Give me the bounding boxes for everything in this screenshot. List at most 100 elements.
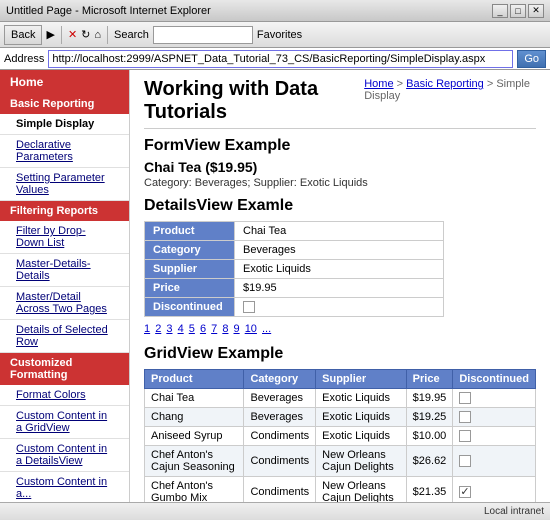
discontinued-checkbox [243, 301, 255, 313]
breadcrumb-section[interactable]: Basic Reporting [406, 78, 484, 90]
gridview-col-discontinued: Discontinued [453, 370, 536, 389]
sidebar-item-custom-content-detailsview[interactable]: Custom Content in a DetailsView [0, 439, 129, 472]
breadcrumb-home[interactable]: Home [364, 78, 393, 90]
sidebar-section-basic-reporting[interactable]: Basic Reporting [0, 94, 129, 114]
page-link-4[interactable]: 4 [178, 323, 184, 335]
formview-category-supplier: Category: Beverages; Supplier: Exotic Li… [144, 177, 536, 189]
sidebar-item-simple-display[interactable]: Simple Display [0, 114, 129, 135]
pagination: 1 2 3 4 5 6 7 8 9 10 ... [144, 323, 536, 335]
breadcrumb-sep2: > [487, 78, 496, 90]
toolbar-separator2 [107, 26, 108, 44]
gridview-cell: Beverages [244, 389, 316, 408]
back-button[interactable]: Back [4, 25, 42, 45]
title-bar: Untitled Page - Microsoft Internet Explo… [0, 0, 550, 22]
sidebar-home-item[interactable]: Home [0, 70, 129, 94]
gridview-title: GridView Example [144, 345, 536, 363]
gridview-cell: Condiments [244, 446, 316, 477]
browser-toolbar: Back ▶ ✕ ↻ ⌂ Search Favorites [0, 22, 550, 48]
address-input[interactable] [48, 50, 513, 68]
gridview-col-product: Product [145, 370, 244, 389]
sidebar-item-selected-row[interactable]: Details of Selected Row [0, 320, 129, 353]
title-bar-buttons: _ □ ✕ [492, 4, 544, 18]
discontinued-checkbox [459, 430, 471, 442]
page-link-5[interactable]: 5 [189, 323, 195, 335]
gridview-cell-discontinued [453, 446, 536, 477]
gridview-col-category: Category [244, 370, 316, 389]
gridview-cell: $10.00 [406, 427, 453, 446]
gridview-cell: $21.35 [406, 477, 453, 502]
breadcrumb-sep1: > [397, 78, 406, 90]
search-input[interactable] [153, 26, 253, 44]
gridview-cell: Chef Anton's Gumbo Mix [145, 477, 244, 502]
sidebar-section-customized-formatting[interactable]: Customized Formatting [0, 353, 129, 385]
gridview-row: Chef Anton's Cajun SeasoningCondimentsNe… [145, 446, 536, 477]
table-row: Product Chai Tea [145, 222, 444, 241]
gridview-cell: $26.62 [406, 446, 453, 477]
gridview-table: Product Category Supplier Price Disconti… [144, 369, 536, 502]
search-label: Search [114, 29, 149, 41]
sidebar-item-format-colors[interactable]: Format Colors [0, 385, 129, 406]
sidebar-item-setting-params[interactable]: Setting Parameter Values [0, 168, 129, 201]
refresh-icon: ↻ [81, 28, 90, 41]
gridview-cell: Chef Anton's Cajun Seasoning [145, 446, 244, 477]
sidebar: Home Basic Reporting Simple Display Decl… [0, 70, 130, 502]
page-link-2[interactable]: 2 [155, 323, 161, 335]
page-link-more[interactable]: ... [262, 323, 271, 335]
gridview-cell: Beverages [244, 408, 316, 427]
page-link-3[interactable]: 3 [166, 323, 172, 335]
details-header-discontinued: Discontinued [145, 298, 235, 317]
sidebar-item-master-details[interactable]: Master-Details-Details [0, 254, 129, 287]
page-link-9[interactable]: 9 [234, 323, 240, 335]
sidebar-item-custom-content-other[interactable]: Custom Content in a... [0, 472, 129, 502]
discontinued-checkbox [459, 392, 471, 404]
gridview-cell-discontinued [453, 477, 536, 502]
table-row: Supplier Exotic Liquids [145, 260, 444, 279]
forward-icon: ▶ [46, 28, 54, 41]
gridview-cell: Exotic Liquids [316, 427, 407, 446]
gridview-cell-discontinued [453, 389, 536, 408]
gridview-cell: Aniseed Syrup [145, 427, 244, 446]
details-value-product: Chai Tea [235, 222, 444, 241]
sidebar-item-declarative-params[interactable]: Declarative Parameters [0, 135, 129, 168]
breadcrumb: Home > Basic Reporting > Simple Display [364, 78, 536, 102]
details-header-product: Product [145, 222, 235, 241]
go-button[interactable]: Go [517, 50, 546, 68]
gridview-cell: Exotic Liquids [316, 408, 407, 427]
page-link-8[interactable]: 8 [222, 323, 228, 335]
discontinued-checkbox [459, 455, 471, 467]
gridview-col-price: Price [406, 370, 453, 389]
gridview-cell: Condiments [244, 477, 316, 502]
page-link-10[interactable]: 10 [245, 323, 257, 335]
page-link-1[interactable]: 1 [144, 323, 150, 335]
main-content: Working with Data Tutorials Home > Basic… [130, 70, 550, 502]
gridview-row: ChangBeveragesExotic Liquids$19.25 [145, 408, 536, 427]
formview-product: Chai Tea ($19.95) [144, 159, 536, 175]
page-title: Working with Data Tutorials [144, 78, 364, 124]
page-header: Working with Data Tutorials Home > Basic… [144, 78, 536, 129]
status-bar: Local intranet [0, 502, 550, 520]
gridview-cell-discontinued [453, 427, 536, 446]
minimize-button[interactable]: _ [492, 4, 508, 18]
address-label: Address [4, 53, 44, 65]
details-value-supplier: Exotic Liquids [235, 260, 444, 279]
gridview-row: Chef Anton's Gumbo MixCondimentsNew Orle… [145, 477, 536, 502]
details-value-category: Beverages [235, 241, 444, 260]
details-header-supplier: Supplier [145, 260, 235, 279]
table-row: Category Beverages [145, 241, 444, 260]
formview-title: FormView Example [144, 137, 536, 155]
title-bar-text: Untitled Page - Microsoft Internet Explo… [6, 5, 211, 17]
sidebar-section-filtering-reports[interactable]: Filtering Reports [0, 201, 129, 221]
home-icon: ⌂ [94, 29, 101, 41]
page-link-7[interactable]: 7 [211, 323, 217, 335]
gridview-row: Chai TeaBeveragesExotic Liquids$19.95 [145, 389, 536, 408]
table-row: Discontinued [145, 298, 444, 317]
stop-icon: ✕ [68, 28, 77, 41]
sidebar-item-custom-content-gridview[interactable]: Custom Content in a GridView [0, 406, 129, 439]
sidebar-item-filter-dropdown[interactable]: Filter by Drop-Down List [0, 221, 129, 254]
discontinued-checkbox [459, 486, 471, 498]
details-header-category: Category [145, 241, 235, 260]
close-button[interactable]: ✕ [528, 4, 544, 18]
maximize-button[interactable]: □ [510, 4, 526, 18]
sidebar-item-master-detail-two-pages[interactable]: Master/Detail Across Two Pages [0, 287, 129, 320]
page-link-6[interactable]: 6 [200, 323, 206, 335]
